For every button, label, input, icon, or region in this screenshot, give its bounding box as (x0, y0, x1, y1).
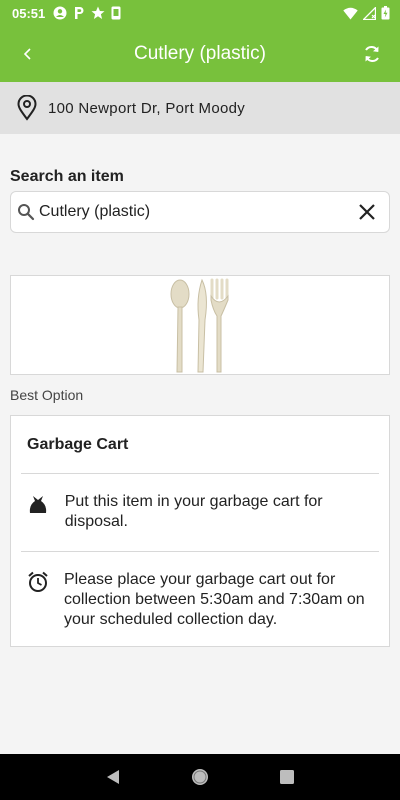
option-row: Put this item in your garbage cart for d… (11, 474, 389, 551)
best-option-label: Best Option (10, 387, 84, 403)
refresh-icon (365, 45, 379, 63)
status-time: 05:51 (12, 5, 46, 21)
page-title: Cutlery (plastic) (134, 43, 266, 64)
status-system-icons (343, 6, 390, 20)
search-box (10, 191, 390, 233)
battery-icon (381, 6, 390, 20)
option-row: Please place your garbage cart out for c… (11, 552, 389, 648)
close-icon (359, 204, 375, 220)
address-bar[interactable]: 100 Newport Dr, Port Moody (0, 82, 400, 134)
triangle-back-icon (107, 770, 120, 784)
parking-icon (73, 6, 85, 20)
alarm-clock-icon (27, 570, 49, 648)
search-input[interactable] (39, 203, 345, 221)
option-row-text: Put this item in your garbage cart for d… (64, 493, 323, 530)
nav-back-button[interactable] (93, 757, 133, 797)
back-button[interactable] (0, 26, 56, 82)
account-circle-icon (53, 6, 67, 20)
clear-search-button[interactable] (345, 191, 389, 233)
app-bar: Cutlery (plastic) (0, 26, 400, 82)
location-pin-icon (16, 95, 38, 121)
nav-recents-button[interactable] (267, 757, 307, 797)
wifi-icon (343, 7, 358, 20)
phone-notification-icon (111, 6, 121, 20)
nav-home-button[interactable] (180, 757, 220, 797)
signal-icon (363, 6, 376, 20)
circle-home-icon (191, 769, 208, 785)
search-icon (17, 203, 35, 221)
chevron-left-icon (23, 48, 31, 60)
option-row-text: Please place your garbage cart out for c… (64, 571, 365, 628)
option-title: Garbage Cart (27, 435, 129, 453)
disposal-option-card: Garbage Cart Put this item in your garba… (10, 415, 390, 647)
system-nav-bar (0, 754, 400, 800)
square-recents-icon (279, 770, 294, 784)
refresh-button[interactable] (344, 26, 400, 82)
status-bar: 05:51 (0, 0, 400, 26)
cutlery-image (170, 278, 229, 373)
address-text: 100 Newport Dr, Port Moody (48, 99, 246, 117)
garbage-bag-icon (27, 492, 50, 551)
status-notification-icons (53, 6, 121, 20)
search-label: Search an item (10, 168, 124, 185)
item-image (10, 275, 390, 375)
star-icon (91, 6, 105, 20)
